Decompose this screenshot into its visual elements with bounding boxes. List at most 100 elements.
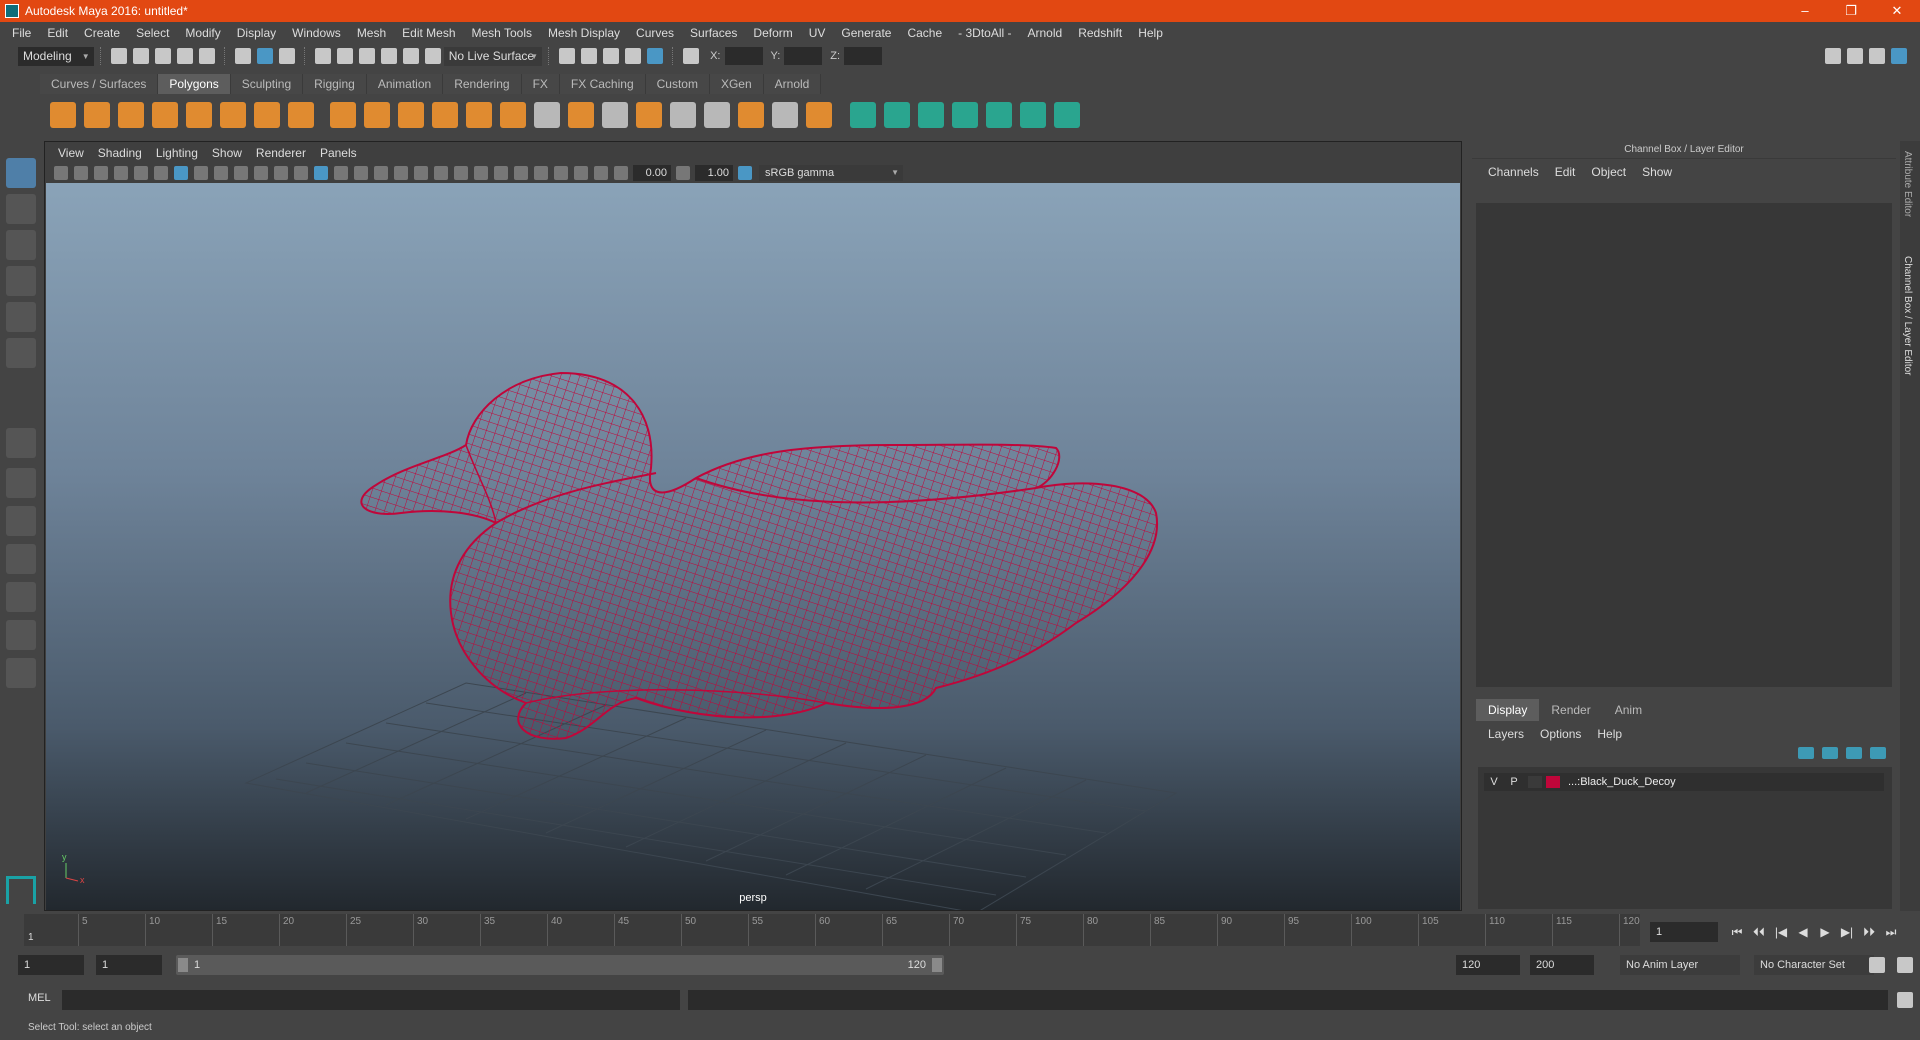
channel-box-toggle-icon[interactable] (1891, 48, 1907, 64)
rotate-tool-icon[interactable] (6, 302, 36, 332)
layer-color-swatch[interactable] (1546, 776, 1560, 788)
animation-preferences-icon[interactable] (1897, 957, 1913, 973)
layer-menu-options[interactable]: Options (1532, 725, 1589, 743)
poly-plane-icon[interactable] (186, 102, 212, 128)
playback-end-field[interactable]: 120 (1456, 955, 1520, 975)
automatic-uv-icon[interactable] (952, 102, 978, 128)
viewport-menu-panels[interactable]: Panels (313, 146, 364, 160)
viewport-menu-renderer[interactable]: Renderer (249, 146, 313, 160)
select-camera-icon[interactable] (54, 165, 68, 180)
poly-cube-icon[interactable] (84, 102, 110, 128)
exposure-field[interactable]: 0.00 (633, 164, 671, 181)
viewport-menu-lighting[interactable]: Lighting (149, 146, 205, 160)
menu-arnold[interactable]: Arnold (1020, 26, 1071, 40)
shelf-tab-curves-surfaces[interactable]: Curves / Surfaces (40, 74, 159, 94)
tool-settings-toggle-icon[interactable] (1869, 48, 1885, 64)
isolate-select-icon[interactable] (534, 165, 548, 180)
hypershade-icon[interactable] (647, 48, 664, 64)
snap-view-plane-icon[interactable] (380, 48, 397, 64)
render-frame-icon[interactable] (581, 48, 598, 64)
planar-uv-icon[interactable] (850, 102, 876, 128)
wireframe-on-shaded-icon[interactable] (374, 165, 388, 180)
snap-curve-icon[interactable] (336, 48, 353, 64)
menu-modify[interactable]: Modify (177, 26, 228, 40)
layer-display-type[interactable] (1528, 776, 1542, 788)
playback-start-field[interactable]: 1 (96, 955, 162, 975)
range-end-handle[interactable] (932, 958, 942, 972)
menu-3dtoall[interactable]: - 3DtoAll - (950, 26, 1019, 40)
menu-surfaces[interactable]: Surfaces (682, 26, 745, 40)
shelf-tab-arnold[interactable]: Arnold (763, 74, 822, 94)
camera-attributes-icon[interactable] (74, 165, 88, 180)
layer-menu-layers[interactable]: Layers (1480, 725, 1532, 743)
merge-icon[interactable] (806, 102, 832, 128)
channel-box-area[interactable] (1476, 203, 1892, 687)
z-field[interactable] (844, 47, 883, 65)
poly-sphere-icon[interactable] (50, 102, 76, 128)
poly-pyramid-icon[interactable] (254, 102, 280, 128)
command-language-label[interactable]: MEL (28, 992, 51, 1004)
menu-mesh-tools[interactable]: Mesh Tools (464, 26, 540, 40)
persp-outliner-layout-icon[interactable] (6, 506, 36, 536)
step-forward-key-button[interactable]: ⏵⏵ (1858, 922, 1880, 942)
current-frame-field[interactable]: 1 (1650, 922, 1718, 942)
attribute-editor-toggle-icon[interactable] (1847, 48, 1863, 64)
paint-select-tool-icon[interactable] (6, 230, 36, 260)
poly-pipe-icon[interactable] (288, 102, 314, 128)
menu-set-dropdown[interactable]: Modeling (18, 46, 94, 66)
poly-cone-icon[interactable] (152, 102, 178, 128)
select-tool-icon[interactable] (6, 158, 36, 188)
mirror-icon[interactable] (500, 102, 526, 128)
transfer-attributes-icon[interactable] (1054, 102, 1080, 128)
offset-edge-loop-icon[interactable] (704, 102, 730, 128)
viewport-menu-show[interactable]: Show (205, 146, 249, 160)
menu-select[interactable]: Select (128, 26, 177, 40)
script-editor-icon[interactable] (1897, 992, 1913, 1008)
menu-windows[interactable]: Windows (284, 26, 349, 40)
smooth-shade-icon[interactable] (334, 165, 348, 180)
channel-box-side-tab[interactable]: Channel Box / Layer Editor (1902, 256, 1913, 376)
snap-point-icon[interactable] (358, 48, 375, 64)
ipr-render-icon[interactable] (603, 48, 620, 64)
exposure-icon[interactable] (614, 165, 628, 180)
viewport-menu-shading[interactable]: Shading (91, 146, 149, 160)
color-management-icon[interactable] (738, 165, 752, 180)
uv-layout-icon[interactable] (6, 620, 36, 650)
menu-mesh-display[interactable]: Mesh Display (540, 26, 628, 40)
x-field[interactable] (724, 47, 763, 65)
insert-edge-loop-icon[interactable] (670, 102, 696, 128)
go-to-start-button[interactable]: ⏮ (1726, 922, 1748, 942)
snap-grid-icon[interactable] (314, 48, 331, 64)
hypershade-layout-icon[interactable] (6, 582, 36, 612)
save-scene-icon[interactable] (154, 48, 171, 64)
channel-box-menu-channels[interactable]: Channels (1480, 165, 1547, 179)
play-forwards-button[interactable]: ▶ (1814, 922, 1836, 942)
2d-pan-zoom-icon[interactable] (134, 165, 148, 180)
xray-components-icon[interactable] (594, 165, 608, 180)
step-forward-frame-button[interactable]: ▶| (1836, 922, 1858, 942)
textured-icon[interactable] (394, 165, 408, 180)
bevel-icon[interactable] (636, 102, 662, 128)
scale-tool-icon[interactable] (6, 338, 36, 368)
menu-edit-mesh[interactable]: Edit Mesh (394, 26, 463, 40)
uv-editor-icon[interactable] (986, 102, 1012, 128)
go-to-end-button[interactable]: ⏭ (1880, 922, 1902, 942)
bridge-icon[interactable] (602, 102, 628, 128)
new-layer-selected-icon[interactable] (1870, 747, 1886, 759)
screen-space-ao-icon[interactable] (454, 165, 468, 180)
resolution-gate-icon[interactable] (214, 165, 228, 180)
menu-help[interactable]: Help (1130, 26, 1171, 40)
y-field[interactable] (784, 47, 823, 65)
maximize-button[interactable]: ❐ (1828, 0, 1874, 22)
default-material-icon[interactable] (354, 165, 368, 180)
grid-toggle-icon[interactable] (174, 165, 188, 180)
layer-playback-toggle[interactable]: P (1504, 776, 1524, 788)
range-start-handle[interactable] (178, 958, 188, 972)
menu-deform[interactable]: Deform (745, 26, 800, 40)
select-component-icon[interactable] (278, 48, 295, 64)
menu-create[interactable]: Create (76, 26, 128, 40)
append-polygon-icon[interactable] (738, 102, 764, 128)
shadows-icon[interactable] (434, 165, 448, 180)
shelf-tab-rendering[interactable]: Rendering (443, 74, 522, 94)
animation-start-field[interactable]: 1 (18, 955, 84, 975)
